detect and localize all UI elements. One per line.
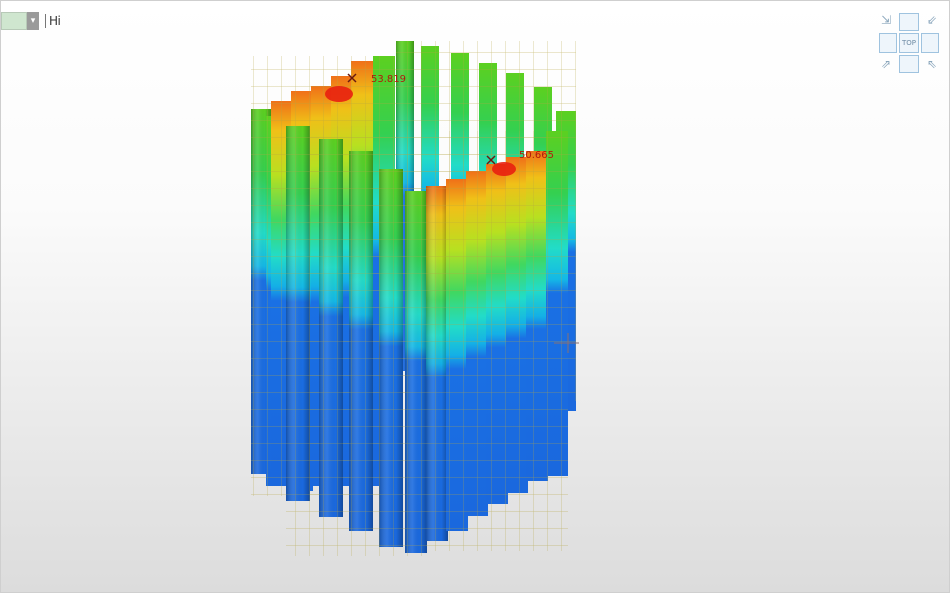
- front-row-columns: [286, 126, 427, 556]
- hotspot-right: [492, 162, 516, 176]
- hotspot-left: [325, 86, 353, 102]
- right-side-columns: [426, 131, 568, 551]
- probe-value-2: 50.665: [519, 150, 554, 161]
- contour-model-viewport[interactable]: 53.819 50.665: [1, 1, 950, 594]
- probe-value-1: 53.819: [371, 74, 406, 85]
